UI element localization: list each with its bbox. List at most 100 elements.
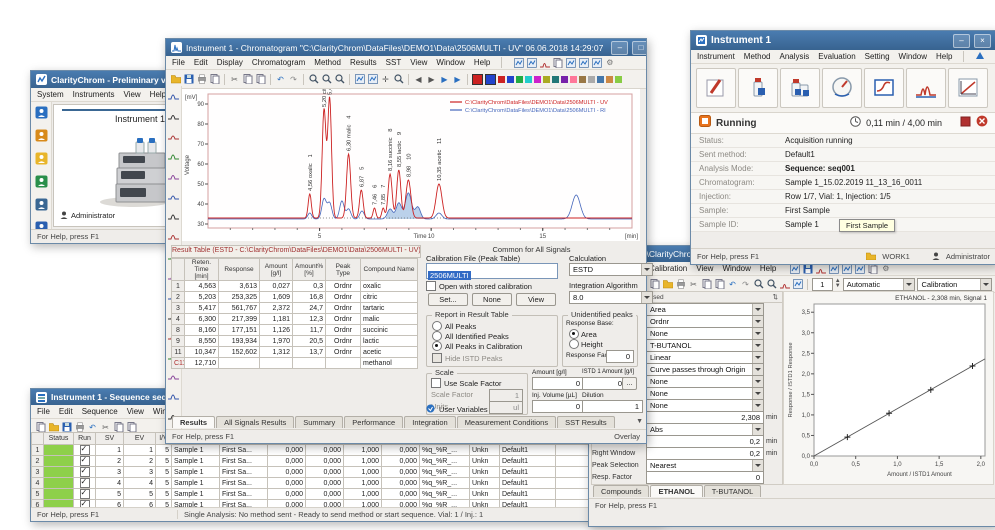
settings-icon[interactable]: ⚙: [604, 57, 615, 68]
more-button[interactable]: ...: [622, 377, 637, 390]
menu-item-edit[interactable]: Edit: [59, 407, 73, 416]
negative-peak-icon[interactable]: [168, 228, 179, 246]
cell[interactable]: 8,160: [185, 325, 219, 336]
cell[interactable]: Ordnr: [326, 336, 361, 347]
print-icon[interactable]: [74, 422, 85, 433]
cell[interactable]: [293, 358, 326, 369]
overlay-color-6[interactable]: [525, 76, 532, 83]
inj_volume-cell[interactable]: 0,000: [382, 445, 420, 456]
cell[interactable]: 6,300: [185, 314, 219, 325]
save-icon[interactable]: [61, 422, 72, 433]
cell[interactable]: Ordnr: [326, 325, 361, 336]
property-input[interactable]: 0: [646, 471, 764, 484]
menu-item-window[interactable]: Window: [436, 58, 464, 67]
peak-blue-icon[interactable]: [168, 128, 179, 146]
point-icon[interactable]: [792, 279, 803, 290]
cell[interactable]: 1,181: [260, 314, 293, 325]
amount-cell[interactable]: 0,000: [268, 445, 306, 456]
overlay-color-1[interactable]: [472, 74, 483, 85]
cell[interactable]: 9: [172, 336, 185, 347]
redo-icon[interactable]: ↷: [740, 279, 751, 290]
overlay-color-2[interactable]: [485, 74, 496, 85]
undo-icon[interactable]: ↶: [275, 74, 286, 85]
inj_volume-cell[interactable]: 0,000: [382, 489, 420, 500]
data-acquisition-button[interactable]: [864, 68, 904, 108]
zoom-icon[interactable]: [308, 74, 319, 85]
record-spinner[interactable]: 1: [812, 278, 833, 291]
menu-item-help[interactable]: Help: [936, 52, 952, 61]
tab-all-signals-results[interactable]: All Signals Results: [216, 416, 294, 428]
sv-cell[interactable]: 2: [96, 456, 124, 467]
result-row[interactable]: 25,203253,3251,60916,8Ordnrcitric: [172, 292, 418, 303]
cell[interactable]: succinic: [361, 325, 418, 336]
sample-cell[interactable]: First Sa...: [220, 478, 268, 489]
menu-item-method[interactable]: Method: [314, 58, 341, 67]
cell[interactable]: 9,596: [260, 369, 293, 370]
type-cell[interactable]: Unkn: [470, 445, 500, 456]
calculation-select[interactable]: ESTD: [569, 263, 653, 276]
cell[interactable]: lactic: [361, 336, 418, 347]
cell[interactable]: 11,7: [293, 325, 326, 336]
cell[interactable]: 152,602: [219, 347, 260, 358]
cell[interactable]: [219, 369, 260, 370]
sample-cell[interactable]: First Sa...: [220, 445, 268, 456]
all-peaks-radio[interactable]: All Peaks: [432, 321, 476, 331]
sample-cell[interactable]: First Sa...: [220, 456, 268, 467]
method-cell[interactable]: Default1: [500, 445, 556, 456]
print-icon[interactable]: [196, 74, 207, 85]
sequence-row[interactable]: 1115Sample 1First Sa...0,0000,0001,0000,…: [32, 445, 642, 456]
sort-icon[interactable]: ⇅: [773, 293, 778, 301]
run-checkbox[interactable]: [74, 456, 96, 467]
cell[interactable]: 100,0: [293, 369, 326, 370]
overlay-color-12[interactable]: [579, 76, 586, 83]
use-scale-checkbox[interactable]: Use Scale Factor: [431, 378, 502, 388]
report-icon[interactable]: [552, 57, 563, 68]
inj-volume-input[interactable]: 0: [532, 400, 584, 413]
cell[interactable]: [260, 358, 293, 369]
cell[interactable]: 1,126: [260, 325, 293, 336]
type-cell[interactable]: Unkn: [470, 456, 500, 467]
result-row[interactable]: C1112,710methanol: [172, 358, 418, 369]
dilution-cell[interactable]: 1,000: [344, 489, 382, 500]
cell[interactable]: 12,710: [185, 358, 219, 369]
info-icon[interactable]: [565, 57, 576, 68]
cell[interactable]: 3: [172, 303, 185, 314]
preview-icon[interactable]: [209, 74, 220, 85]
iv-cell[interactable]: 5: [156, 478, 172, 489]
paste-icon[interactable]: [126, 422, 137, 433]
ev-cell[interactable]: 5: [124, 489, 156, 500]
column-header[interactable]: Response: [219, 259, 260, 281]
cell[interactable]: 2: [172, 292, 185, 303]
menu-item-window[interactable]: Window: [722, 264, 750, 273]
spinner-arrows-icon[interactable]: ▲▼: [835, 279, 841, 289]
menu-item-view[interactable]: View: [696, 264, 713, 273]
sample_id-cell[interactable]: Sample 1: [172, 489, 220, 500]
cell[interactable]: 1,970: [260, 336, 293, 347]
cell[interactable]: 10,347: [185, 347, 219, 358]
zoom-in-icon[interactable]: [321, 74, 332, 85]
file_name-cell[interactable]: %q_%R_...: [420, 456, 470, 467]
result-row[interactable]: 88,160177,1511,12611,7Ordnrsuccinic: [172, 325, 418, 336]
cell[interactable]: 0,3: [293, 281, 326, 292]
chromatogram-button[interactable]: [906, 68, 946, 108]
chromatogram-plot[interactable]: 3040506070809051015[mV]VoltageTime[min]4…: [182, 89, 640, 241]
peaks-green-icon[interactable]: [168, 168, 179, 186]
height-radio[interactable]: Height: [569, 339, 603, 349]
menu-item-results[interactable]: Results: [350, 58, 377, 67]
sequence-row[interactable]: 2225Sample 1First Sa...0,0000,0001,0000,…: [32, 456, 642, 467]
cell[interactable]: 217,399: [219, 314, 260, 325]
sv-cell[interactable]: 4: [96, 478, 124, 489]
sequence-icon[interactable]: [526, 57, 537, 68]
sequence-row[interactable]: 3335Sample 1First Sa...0,0000,0001,0000,…: [32, 467, 642, 478]
run-checkbox[interactable]: [74, 489, 96, 500]
type-cell[interactable]: Unkn: [470, 478, 500, 489]
column-header[interactable]: Compound Name: [361, 259, 418, 281]
dilution-cell[interactable]: 1,000: [344, 478, 382, 489]
upload-icon[interactable]: [591, 57, 602, 68]
cut-icon[interactable]: ✂: [688, 279, 699, 290]
cell[interactable]: [361, 369, 418, 370]
prev-icon[interactable]: ◀: [413, 74, 424, 85]
play-icon[interactable]: ▶: [439, 74, 450, 85]
cut-icon[interactable]: ✂: [100, 422, 111, 433]
stop-button[interactable]: [960, 114, 971, 132]
